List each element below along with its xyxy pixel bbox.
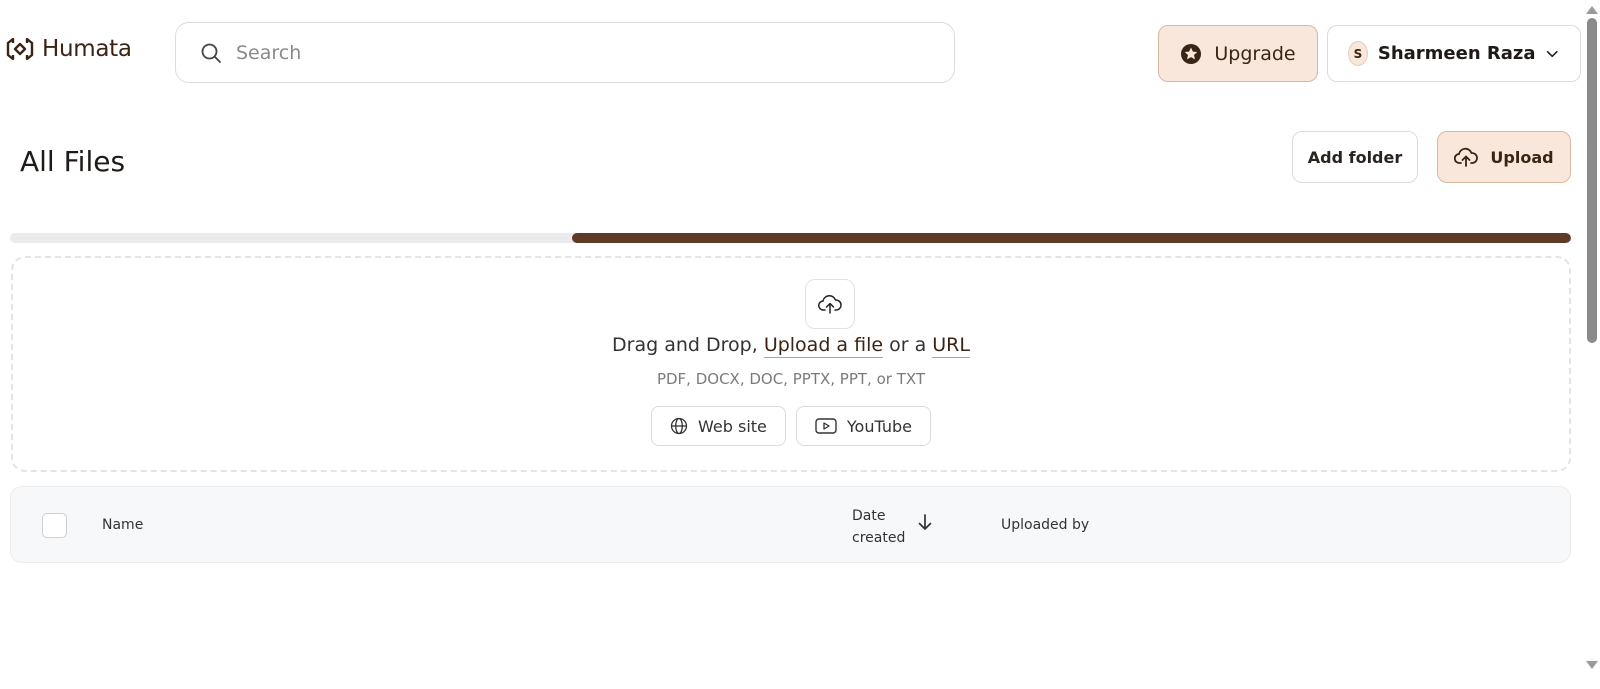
youtube-source-label: YouTube xyxy=(846,416,912,436)
globe-icon xyxy=(670,417,688,435)
search-bar[interactable] xyxy=(175,22,955,83)
scroll-up-arrow[interactable] xyxy=(1586,6,1598,14)
page-scrollbar[interactable] xyxy=(1583,0,1600,689)
website-source-button[interactable]: Web site xyxy=(651,406,786,446)
files-table-header: Name Date created Uploaded by xyxy=(10,486,1571,563)
search-icon xyxy=(201,43,221,63)
url-link[interactable]: URL xyxy=(932,334,970,358)
scroll-thumb[interactable] xyxy=(1587,18,1597,343)
logo-text: Humata xyxy=(42,36,132,62)
source-buttons: Web site YouTube xyxy=(13,406,1569,446)
arrow-down-icon[interactable] xyxy=(917,513,933,531)
upgrade-label: Upgrade xyxy=(1214,42,1296,65)
avatar: S xyxy=(1348,41,1368,66)
drop-zone-mid: or a xyxy=(889,334,927,356)
upload-file-link[interactable]: Upload a file xyxy=(763,334,884,358)
humata-logo-icon xyxy=(6,38,34,60)
drop-zone-prefix: Drag and Drop, xyxy=(612,334,758,356)
cloud-upload-icon xyxy=(1454,147,1479,167)
star-badge-icon xyxy=(1181,43,1202,64)
user-name: Sharmeen Raza xyxy=(1377,43,1536,64)
scroll-down-arrow[interactable] xyxy=(1586,661,1598,669)
column-header-name[interactable]: Name xyxy=(102,517,143,533)
add-folder-label: Add folder xyxy=(1307,147,1403,167)
upload-progress-bar xyxy=(10,233,1571,243)
humata-all-files-page: Humata Upgrade S Sharmeen Raza All Files… xyxy=(0,0,1600,689)
column-header-date-created[interactable]: Date created xyxy=(852,505,912,549)
upload-label: Upload xyxy=(1490,147,1554,167)
column-header-uploaded-by[interactable]: Uploaded by xyxy=(1001,517,1089,533)
supported-formats: PDF, DOCX, DOC, PPTX, PPT, or TXT xyxy=(656,370,926,388)
page-title: All Files xyxy=(20,145,126,178)
upgrade-button[interactable]: Upgrade xyxy=(1158,25,1318,82)
add-folder-button[interactable]: Add folder xyxy=(1292,131,1418,183)
search-input[interactable] xyxy=(236,41,916,64)
cloud-upload-icon xyxy=(818,294,842,314)
website-source-label: Web site xyxy=(698,416,767,436)
progress-fill xyxy=(571,233,1571,243)
youtube-source-button[interactable]: YouTube xyxy=(795,406,931,446)
drop-zone-icon-box xyxy=(805,279,855,329)
drop-zone-text: Drag and Drop, Upload a file or a URL xyxy=(13,334,1569,358)
file-drop-zone[interactable]: Drag and Drop, Upload a file or a URL PD… xyxy=(11,256,1571,472)
select-all-checkbox[interactable] xyxy=(42,513,67,538)
upload-button[interactable]: Upload xyxy=(1437,131,1571,183)
humata-logo[interactable]: Humata xyxy=(6,36,132,62)
youtube-icon xyxy=(815,418,837,434)
user-menu-button[interactable]: S Sharmeen Raza xyxy=(1327,25,1581,82)
chevron-down-icon xyxy=(1546,50,1558,57)
